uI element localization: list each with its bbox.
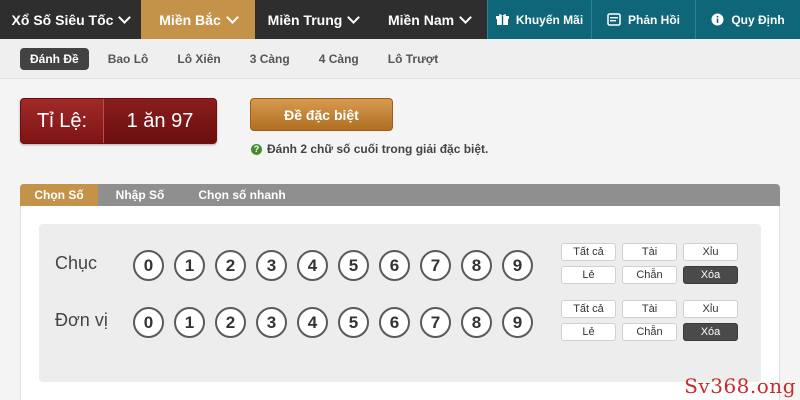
site-watermark: Sv368.ong	[684, 374, 796, 398]
digit-5[interactable]: 5	[338, 307, 369, 338]
digit-9[interactable]: 9	[502, 250, 533, 281]
select-tai-button[interactable]: Tài	[622, 243, 677, 261]
digit-1[interactable]: 1	[174, 250, 205, 281]
number-picker-inner: Chục 0 1 2 3 4 5 6 7 8 9 Tất cả Tài Xỉu …	[39, 224, 761, 382]
tab-nhap-so[interactable]: Nhập Số	[98, 184, 182, 206]
select-xiu-button[interactable]: Xỉu	[683, 243, 738, 261]
row-label-chuc: Chục	[55, 253, 98, 273]
number-picker-panel: Chục 0 1 2 3 4 5 6 7 8 9 Tất cả Tài Xỉu …	[20, 206, 780, 400]
info-icon	[711, 13, 724, 26]
subnav-danh-de[interactable]: Đánh Đề	[20, 47, 89, 70]
nav-mien-bac[interactable]: Miền Bắc	[141, 0, 255, 39]
de-dac-biet-button[interactable]: Đề đặc biệt	[250, 98, 393, 131]
subnav-bao-lo[interactable]: Bao Lô	[98, 48, 159, 70]
select-le-button[interactable]: Lẻ	[561, 266, 616, 284]
select-chan-button[interactable]: Chẵn	[622, 266, 677, 284]
digit-8[interactable]: 8	[461, 250, 492, 281]
digit-0[interactable]: 0	[133, 250, 164, 281]
select-chan-button[interactable]: Chẵn	[622, 323, 677, 341]
subnav-lo-truot[interactable]: Lô Trượt	[378, 48, 449, 70]
picker-row-chuc: Chục 0 1 2 3 4 5 6 7 8 9 Tất cả Tài Xỉu …	[39, 235, 761, 295]
select-xiu-button[interactable]: Xỉu	[683, 300, 738, 318]
chevron-down-icon	[225, 10, 239, 24]
quick-select-group: Tất cả Tài Xỉu Lẻ Chẵn Xóa	[561, 243, 738, 284]
nav-label: Khuyến Mãi	[515, 12, 584, 27]
digit-1[interactable]: 1	[174, 307, 205, 338]
chevron-down-icon	[347, 10, 361, 24]
feedback-icon	[607, 13, 621, 26]
digit-2[interactable]: 2	[215, 307, 246, 338]
subnav-4-cang[interactable]: 4 Càng	[309, 48, 369, 70]
digit-3[interactable]: 3	[256, 250, 287, 281]
nav-label: Miền Trung	[267, 11, 343, 28]
nav-khuyen-mai[interactable]: Khuyến Mãi	[487, 0, 591, 39]
nav-xo-so-sieu-toc[interactable]: Xổ Số Siêu Tốc	[0, 0, 141, 39]
payout-rate-box: Tỉ Lệ: 1 ăn 97	[20, 98, 217, 144]
nav-label: Quy Định	[731, 12, 785, 27]
input-mode-tabs: Chọn Số Nhập Số Chọn số nhanh	[20, 184, 780, 206]
select-tai-button[interactable]: Tài	[622, 300, 677, 318]
nav-label: Miền Nam	[387, 11, 455, 28]
nav-label: Phản Hồi	[627, 12, 680, 27]
chevron-down-icon	[118, 10, 132, 24]
digit-7[interactable]: 7	[420, 250, 451, 281]
subnav-lo-xien[interactable]: Lô Xiên	[167, 48, 230, 70]
digit-2[interactable]: 2	[215, 250, 246, 281]
nav-mien-trung[interactable]: Miền Trung	[255, 0, 371, 39]
bet-type-subnav: Đánh Đề Bao Lô Lô Xiên 3 Càng 4 Càng Lô …	[0, 39, 800, 79]
bet-hint: ? Đánh 2 chữ số cuối trong giải đặc biệt…	[251, 142, 488, 156]
rate-value: 1 ăn 97	[103, 99, 216, 143]
digit-4[interactable]: 4	[297, 250, 328, 281]
picker-row-don-vi: Đơn vị 0 1 2 3 4 5 6 7 8 9 Tất cả Tài Xỉ…	[39, 292, 761, 352]
top-navigation: Xổ Số Siêu Tốc Miền Bắc Miền Trung Miền …	[0, 0, 800, 39]
digit-9[interactable]: 9	[502, 307, 533, 338]
nav-label: Xổ Số Siêu Tốc	[11, 11, 114, 28]
digit-0[interactable]: 0	[133, 307, 164, 338]
select-all-button[interactable]: Tất cả	[561, 243, 616, 261]
nav-phan-hoi[interactable]: Phản Hồi	[591, 0, 695, 39]
digit-4[interactable]: 4	[297, 307, 328, 338]
subnav-3-cang[interactable]: 3 Càng	[240, 48, 300, 70]
tab-chon-so-nhanh[interactable]: Chọn số nhanh	[182, 184, 302, 206]
digit-6[interactable]: 6	[379, 250, 410, 281]
row-label-don-vi: Đơn vị	[55, 310, 108, 330]
clear-button[interactable]: Xóa	[683, 266, 738, 284]
digit-group: 0 1 2 3 4 5 6 7 8 9	[133, 307, 533, 338]
rate-label: Tỉ Lệ:	[36, 109, 88, 132]
select-all-button[interactable]: Tất cả	[561, 300, 616, 318]
digit-3[interactable]: 3	[256, 307, 287, 338]
select-le-button[interactable]: Lẻ	[561, 323, 616, 341]
quick-select-group: Tất cả Tài Xỉu Lẻ Chẵn Xóa	[561, 300, 738, 341]
nav-label: Miền Bắc	[159, 11, 221, 28]
digit-5[interactable]: 5	[338, 250, 369, 281]
question-icon: ?	[251, 143, 262, 155]
digit-7[interactable]: 7	[420, 307, 451, 338]
digit-6[interactable]: 6	[379, 307, 410, 338]
nav-quy-dinh[interactable]: Quy Định	[695, 0, 800, 39]
hint-text: Đánh 2 chữ số cuối trong giải đặc biệt.	[267, 142, 489, 156]
digit-group: 0 1 2 3 4 5 6 7 8 9	[133, 250, 533, 281]
nav-mien-nam[interactable]: Miền Nam	[371, 0, 487, 39]
gift-icon	[495, 13, 509, 26]
chevron-down-icon	[459, 10, 472, 24]
clear-button[interactable]: Xóa	[683, 323, 738, 341]
digit-8[interactable]: 8	[461, 307, 492, 338]
tab-chon-so[interactable]: Chọn Số	[20, 184, 98, 206]
